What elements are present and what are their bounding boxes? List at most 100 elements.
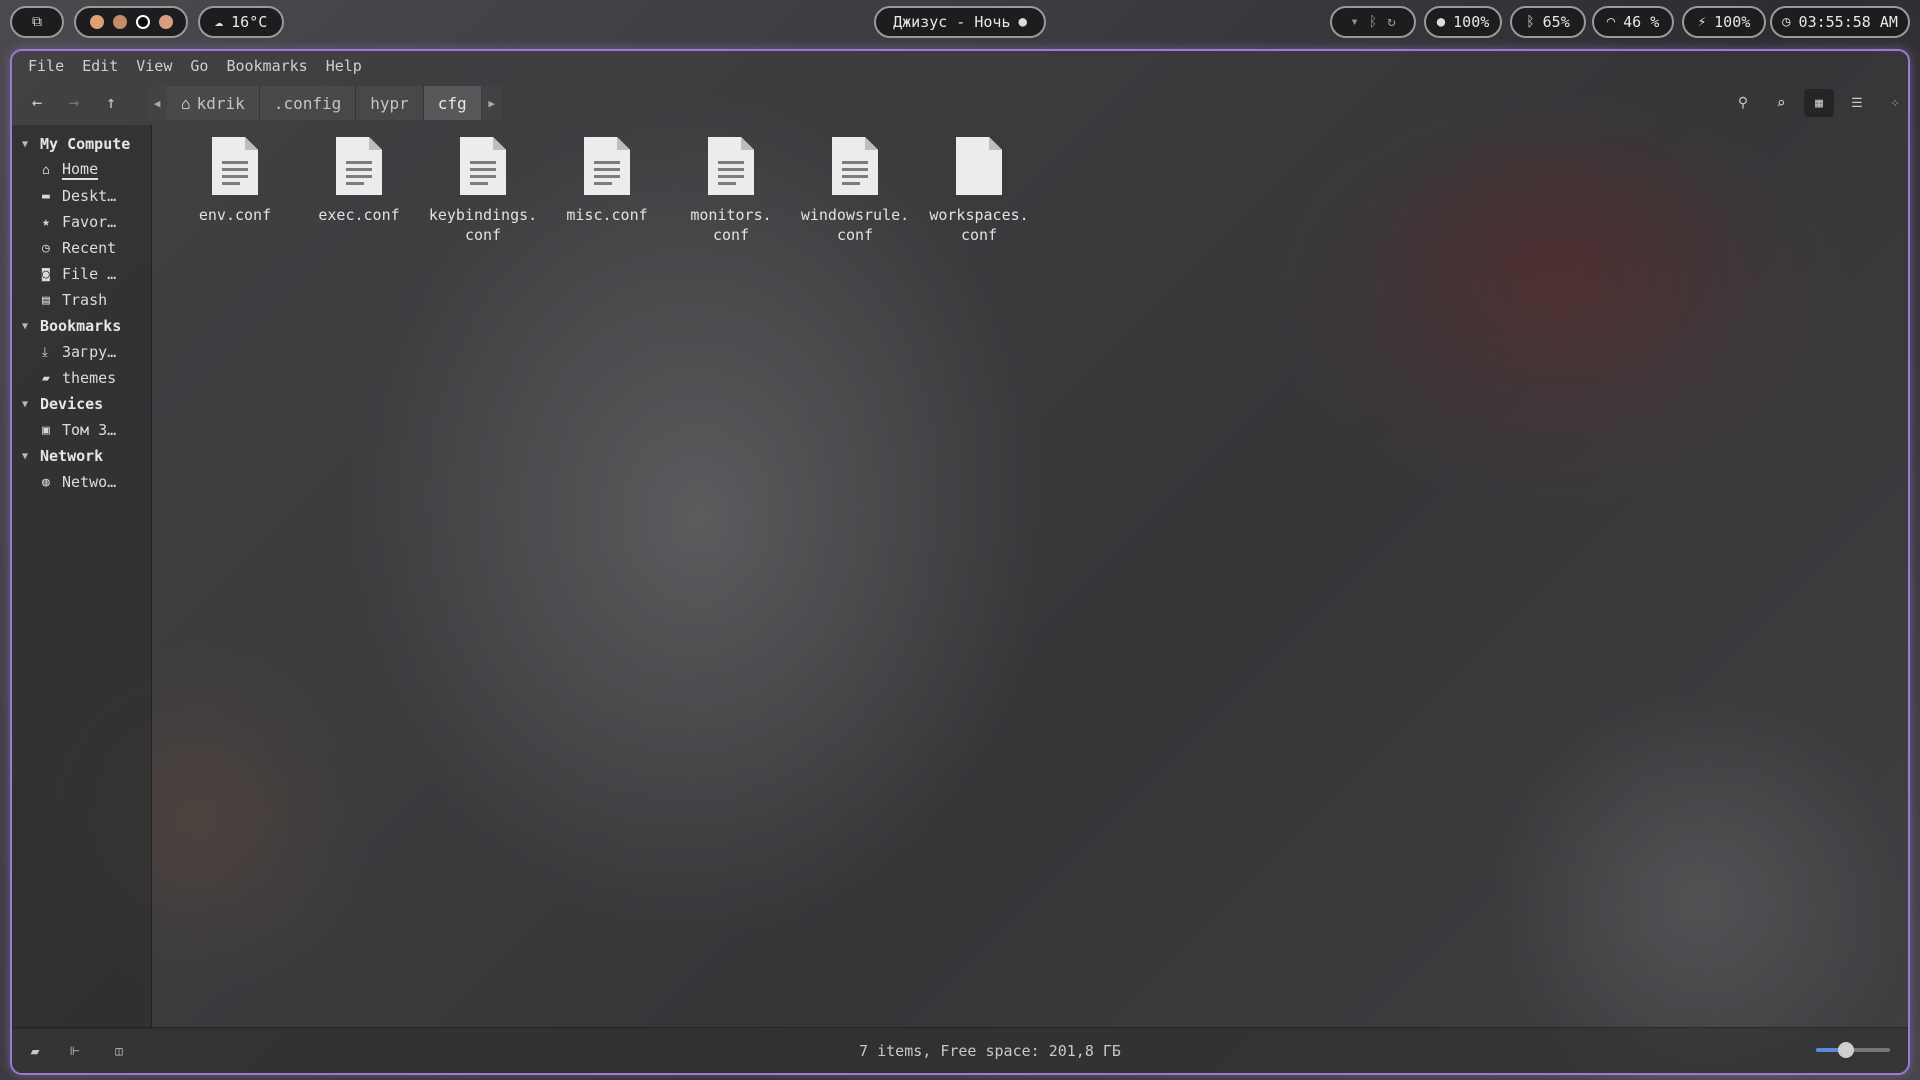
sidebar-item-desktop[interactable]: ▬ Deskt… (12, 183, 151, 209)
tray-widget[interactable]: ▾ ᛒ ↻ (1330, 6, 1416, 38)
list-view-button[interactable]: ☰ (1842, 89, 1872, 117)
app-grid-icon: ⧉ (32, 14, 42, 30)
search-button[interactable]: ⌕ (1766, 89, 1796, 117)
sidebar-item-recent[interactable]: ◷ Recent (12, 235, 151, 261)
file-manager-window: File Edit View Go Bookmarks Help ← → ↑ ◀… (10, 49, 1910, 1075)
top-bar: ⧉ ☁ 16°C Джизус - Ночь ● ▾ ᛒ ↻ ● 100% ᛒ … (0, 3, 1920, 41)
arrow-up-icon: ↑ (105, 93, 117, 113)
menu-bookmarks[interactable]: Bookmarks (218, 57, 315, 75)
icon-view-button[interactable]: ▦ (1804, 89, 1834, 117)
download-icon: ⤓ (42, 344, 48, 360)
file-view[interactable]: env.conf exec.conf keybindings. conf mis… (153, 125, 1908, 1029)
breadcrumb-config[interactable]: .config (259, 86, 357, 120)
sidebar-section-bookmarks[interactable]: ▼ Bookmarks (12, 313, 151, 339)
sidebar-section-network[interactable]: ▼ Network (12, 443, 151, 469)
section-title: Bookmarks (40, 317, 122, 335)
refresh-icon[interactable]: ↻ (1387, 14, 1395, 30)
compact-grid-icon: ⁘ (1890, 96, 1900, 110)
weather-temp: 16°C (231, 13, 268, 31)
folder-icon: ▰ (42, 370, 50, 386)
zoom-slider[interactable] (1816, 1042, 1890, 1058)
breadcrumb-left-button[interactable]: ◀ (147, 86, 167, 120)
grid-icon: ▦ (1815, 95, 1823, 111)
breadcrumb-label: cfg (437, 93, 467, 113)
cloud-icon: ☁ (214, 14, 224, 30)
location-button[interactable]: ⚲ (1728, 89, 1758, 117)
workspace-button[interactable]: ⧉ (10, 6, 64, 38)
menu-edit[interactable]: Edit (74, 57, 126, 75)
workspace-indicators[interactable] (74, 6, 188, 38)
file-item[interactable]: exec.conf (297, 137, 421, 225)
sidebar-item-trash[interactable]: ▤ Trash (12, 287, 151, 313)
compact-view-button[interactable]: ⁘ (1880, 89, 1908, 117)
breadcrumb-home[interactable]: ⌂ kdrik (167, 86, 260, 120)
expand-triangle-icon: ▼ (22, 320, 29, 332)
workspace-dot[interactable] (158, 15, 173, 29)
map-pin-icon: ⚲ (1737, 95, 1749, 111)
file-item[interactable]: workspaces. conf (917, 137, 1041, 245)
star-icon: ★ (42, 214, 50, 230)
volume-value: 100% (1453, 13, 1490, 31)
sidebar-item-label: Deskt… (62, 187, 117, 205)
file-name: misc.conf (566, 206, 648, 224)
sidebar-item-downloads[interactable]: ⤓ Загру… (12, 339, 151, 365)
spotify-icon: ● (1018, 14, 1027, 30)
wifi-icon: ◠ (1606, 14, 1616, 30)
wifi-widget[interactable]: ◠ 46 % (1592, 6, 1674, 38)
forward-button[interactable]: → (59, 89, 89, 117)
sidebar-item-home[interactable]: ⌂ Home (12, 157, 151, 183)
home-icon: ⌂ (42, 162, 50, 178)
volume-widget[interactable]: ● 100% (1424, 6, 1502, 38)
bluetooth-icon[interactable]: ᛒ (1369, 14, 1377, 30)
file-name: env.conf (198, 206, 272, 224)
file-item[interactable]: keybindings. conf (421, 137, 545, 245)
menu-go[interactable]: Go (182, 57, 216, 75)
section-title: My Compute (40, 135, 131, 153)
sidebar-item-volume[interactable]: ▣ Том 3… (12, 417, 151, 443)
sidebar-item-themes[interactable]: ▰ themes (12, 365, 151, 391)
file-item[interactable]: monitors. conf (669, 137, 793, 245)
plug-icon: ⚡ (1697, 14, 1707, 30)
back-button[interactable]: ← (22, 89, 52, 117)
file-item[interactable]: windowsrule. conf (793, 137, 917, 245)
expand-triangle-icon: ▼ (22, 138, 29, 150)
workspace-dot[interactable] (89, 15, 104, 29)
file-item[interactable]: misc.conf (545, 137, 669, 225)
workspace-dot[interactable] (112, 15, 127, 29)
breadcrumb-label: hypr (370, 93, 409, 113)
zoom-slider-handle[interactable] (1837, 1042, 1854, 1058)
workspace-dot-active[interactable] (135, 15, 150, 29)
menu-help[interactable]: Help (318, 57, 370, 75)
wifi-off-icon[interactable]: ▾ (1350, 14, 1358, 30)
clock-widget[interactable]: ◷ 03:55:58 AM (1770, 6, 1910, 38)
expand-triangle-icon: ▼ (22, 398, 29, 410)
sidebar-item-network[interactable]: ◍ Netwo… (12, 469, 151, 495)
breadcrumb-cfg[interactable]: cfg (423, 86, 482, 120)
sidebar-section-my-computer[interactable]: ▼ My Compute (12, 131, 151, 157)
sidebar-item-label: Trash (62, 291, 108, 309)
text-file-icon (708, 137, 754, 195)
sidebar-item-filesystem[interactable]: ◙ File … (12, 261, 151, 287)
file-item[interactable]: env.conf (173, 137, 297, 225)
weather-widget[interactable]: ☁ 16°C (198, 6, 284, 38)
sidebar-section-devices[interactable]: ▼ Devices (12, 391, 151, 417)
search-icon: ⌕ (1776, 94, 1786, 112)
list-icon: ☰ (1851, 95, 1863, 111)
sidebar-item-label: Recent (62, 239, 117, 257)
bluetooth-widget[interactable]: ᛒ 65% (1510, 6, 1586, 38)
section-title: Devices (40, 395, 104, 413)
media-widget[interactable]: Джизус - Ночь ● (874, 6, 1046, 38)
breadcrumb-label: kdrik (196, 93, 245, 113)
text-file-icon (460, 137, 506, 195)
globe-icon: ◍ (42, 474, 50, 490)
menu-file[interactable]: File (20, 57, 72, 75)
battery-widget[interactable]: ⚡ 100% (1682, 6, 1766, 38)
bluetooth-value: 65% (1542, 13, 1570, 31)
breadcrumb-hypr[interactable]: hypr (356, 86, 424, 120)
breadcrumb-right-button[interactable]: ▶ (481, 86, 502, 120)
file-name: windowsrule. conf (800, 206, 910, 244)
sidebar-item-label: themes (62, 369, 117, 387)
menu-view[interactable]: View (128, 57, 180, 75)
up-button[interactable]: ↑ (96, 89, 126, 117)
sidebar-item-favorites[interactable]: ★ Favor… (12, 209, 151, 235)
